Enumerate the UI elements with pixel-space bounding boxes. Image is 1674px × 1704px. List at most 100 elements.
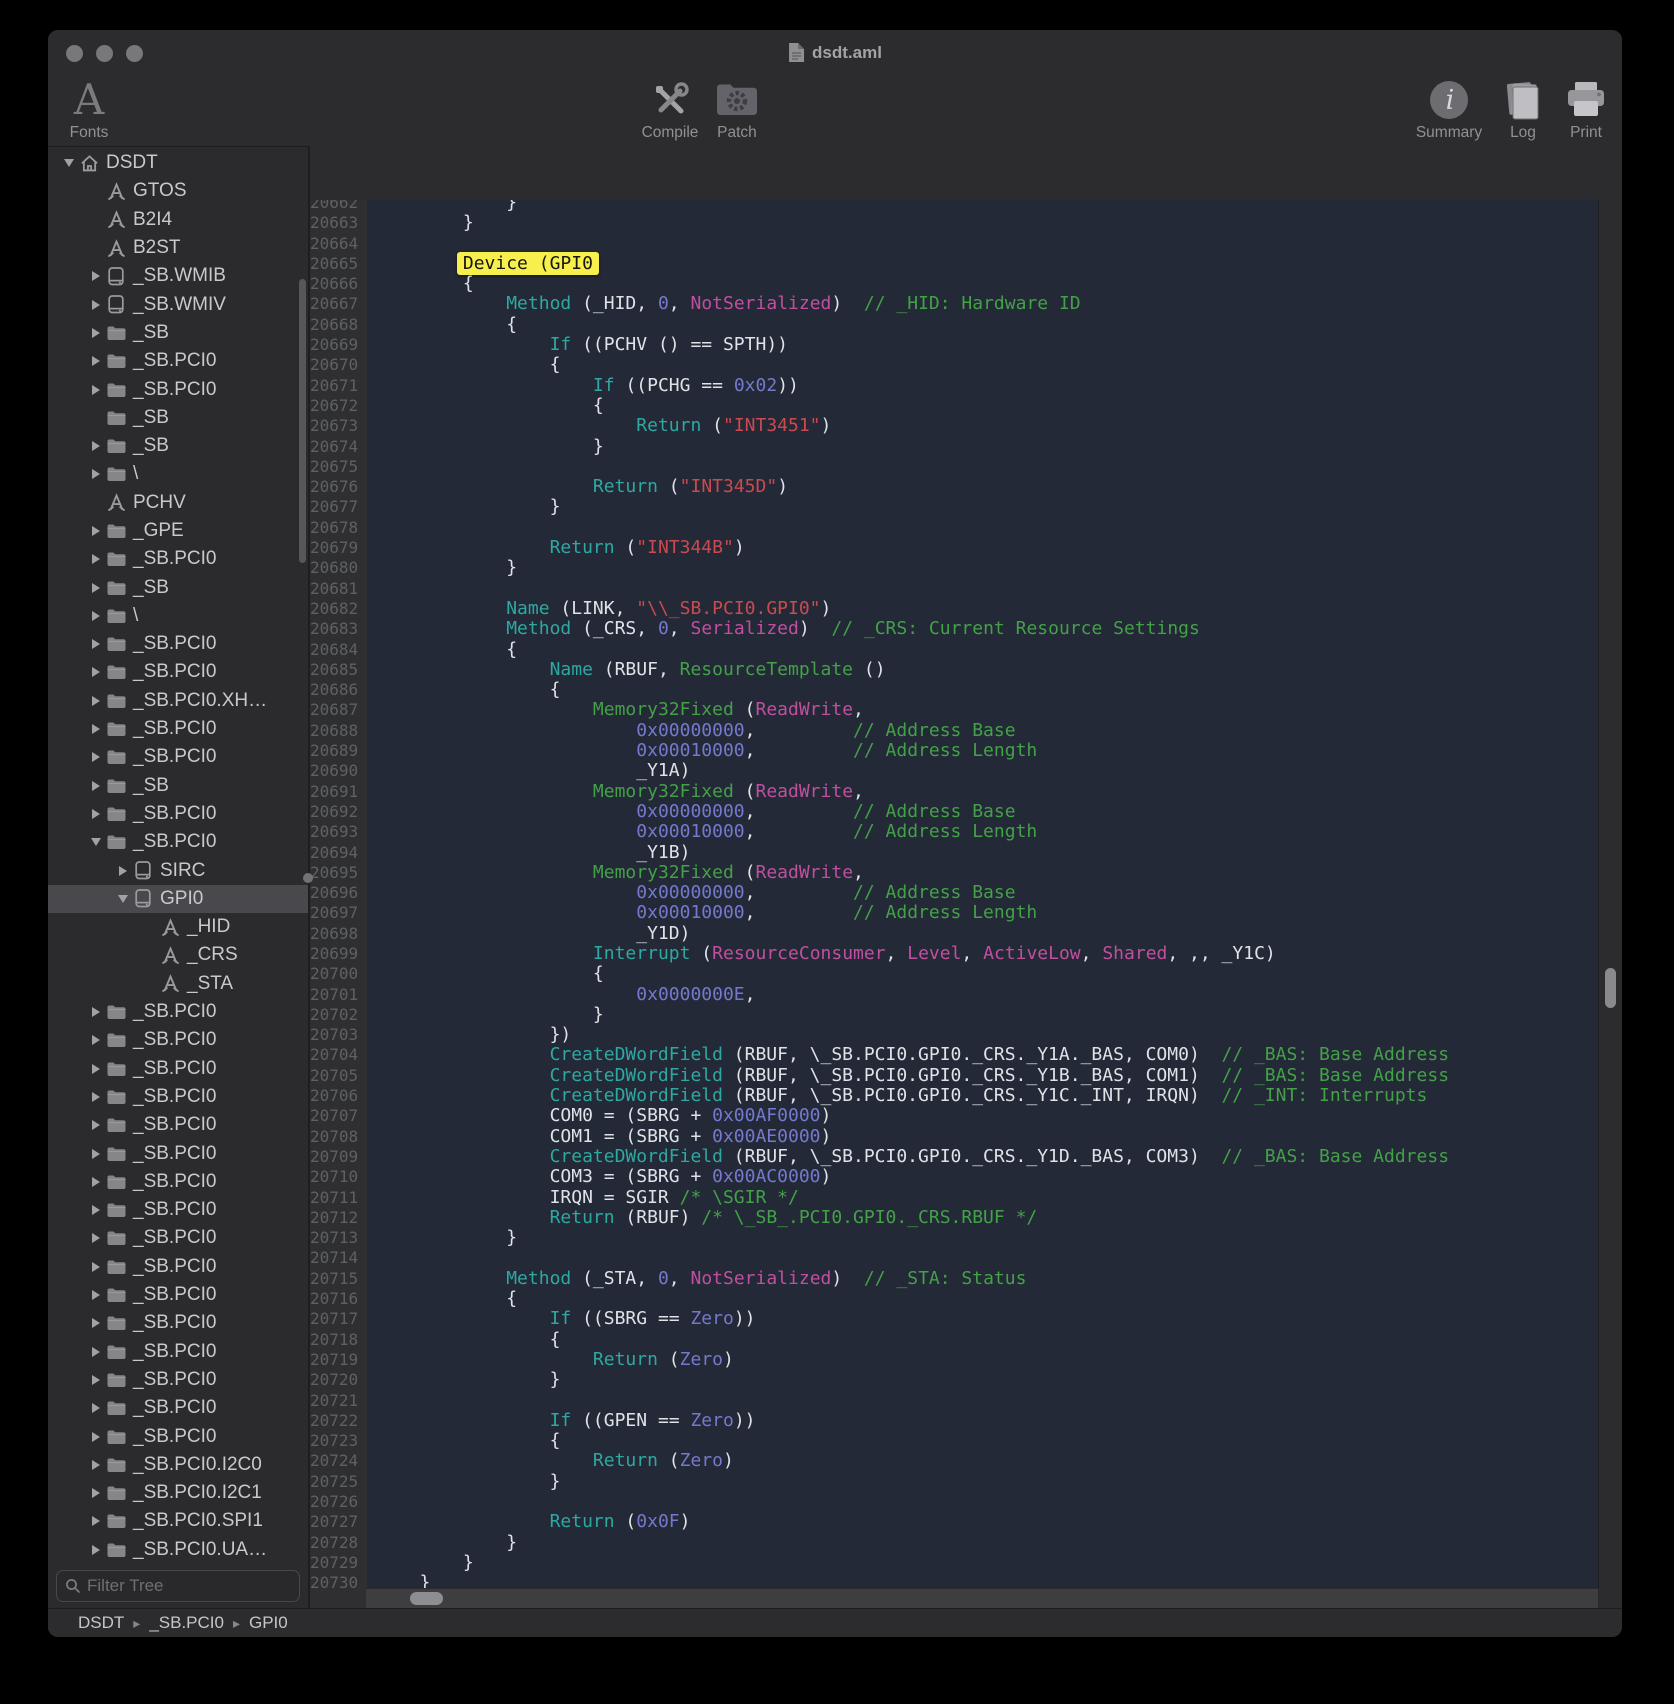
tree-item--hid[interactable]: _HID [48, 913, 308, 941]
tree-item--sb-pci0-ua-[interactable]: _SB.PCI0.UA… [48, 1536, 308, 1562]
disclosure-triangle[interactable] [85, 1488, 106, 1498]
filter-tree-input[interactable] [81, 1575, 310, 1597]
disclosure-triangle[interactable] [85, 1516, 106, 1526]
disclosure-triangle[interactable] [85, 667, 106, 677]
tree-item--sb-pci0[interactable]: _SB.PCI0 [48, 1026, 308, 1054]
split-divider-handle[interactable] [303, 873, 313, 883]
tree-item--sb-pci0[interactable]: _SB.PCI0 [48, 375, 308, 403]
tree-item--sb-pci0-i2c0[interactable]: _SB.PCI0.I2C0 [48, 1451, 308, 1479]
disclosure-triangle[interactable] [85, 696, 106, 706]
disclosure-triangle[interactable] [85, 328, 106, 338]
disclosure-triangle[interactable] [85, 583, 106, 593]
tree-item-sirc[interactable]: SIRC [48, 856, 308, 884]
tree-item--sb-wmib[interactable]: _SB.WMIB [48, 262, 308, 290]
disclosure-triangle[interactable] [85, 1262, 106, 1272]
tree-item--sb-pci0[interactable]: _SB.PCI0 [48, 1111, 308, 1139]
disclosure-triangle[interactable] [85, 809, 106, 819]
tree-item-gpi0[interactable]: GPI0 [48, 885, 308, 913]
disclosure-triangle[interactable] [85, 271, 106, 281]
disclosure-triangle[interactable] [85, 1035, 106, 1045]
tree-item--sb-pci0[interactable]: _SB.PCI0 [48, 1337, 308, 1365]
sidebar-scrollbar-thumb[interactable] [299, 279, 306, 563]
tree-item-b2i4[interactable]: B2I4 [48, 206, 308, 234]
title-bar[interactable]: dsdt.aml [48, 30, 1622, 76]
disclosure-triangle[interactable] [85, 1460, 106, 1470]
disclosure-triangle[interactable] [85, 752, 106, 762]
disclosure-triangle[interactable] [85, 469, 106, 479]
tree-item-gtos[interactable]: GTOS [48, 177, 308, 205]
disclosure-triangle[interactable] [85, 1347, 106, 1357]
breadcrumb-item-dsdt[interactable]: DSDT [78, 1613, 124, 1633]
toolbar-print-button[interactable]: Print [1531, 76, 1622, 146]
tree-item--sb-pci0-i2c1[interactable]: _SB.PCI0.I2C1 [48, 1479, 308, 1507]
disclosure-triangle[interactable] [85, 611, 106, 621]
tree-item--sta[interactable]: _STA [48, 970, 308, 998]
tree-item--sb-pci0[interactable]: _SB.PCI0 [48, 1224, 308, 1252]
disclosure-triangle[interactable] [85, 1007, 106, 1017]
disclosure-triangle[interactable] [85, 639, 106, 649]
disclosure-triangle[interactable] [85, 385, 106, 395]
tree-item--sb-pci0[interactable]: _SB.PCI0 [48, 1168, 308, 1196]
tree-item--sb-pci0[interactable]: _SB.PCI0 [48, 828, 308, 856]
vertical-scrollbar[interactable] [1598, 200, 1622, 1588]
tree-item--sb-pci0[interactable]: _SB.PCI0 [48, 1196, 308, 1224]
disclosure-triangle[interactable] [85, 300, 106, 310]
tree-item--sb-pci0[interactable]: _SB.PCI0 [48, 800, 308, 828]
tree-item--sb-pci0[interactable]: _SB.PCI0 [48, 545, 308, 573]
disclosure-triangle[interactable] [85, 356, 106, 366]
tree-item--sb-pci0[interactable]: _SB.PCI0 [48, 998, 308, 1026]
tree-item--sb-wmiv[interactable]: _SB.WMIV [48, 290, 308, 318]
minimize-button[interactable] [96, 45, 113, 62]
tree-item--sb-pci0[interactable]: _SB.PCI0 [48, 1083, 308, 1111]
tree-item--[interactable]: \ [48, 460, 308, 488]
tree-item--sb-pci0[interactable]: _SB.PCI0 [48, 1139, 308, 1167]
vertical-scrollbar-thumb[interactable] [1605, 968, 1616, 1008]
tree-item-b2st[interactable]: B2ST [48, 234, 308, 262]
disclosure-triangle[interactable] [85, 781, 106, 791]
tree-item--[interactable]: \ [48, 602, 308, 630]
breadcrumb-item-gpi0[interactable]: GPI0 [249, 1613, 288, 1633]
disclosure-triangle[interactable] [85, 441, 106, 451]
disclosure-triangle[interactable] [85, 1120, 106, 1130]
disclosure-triangle[interactable] [85, 1233, 106, 1243]
tree-item--sb[interactable]: _SB [48, 772, 308, 800]
breadcrumb-item-sb-pci0[interactable]: _SB.PCI0 [149, 1613, 224, 1633]
disclosure-triangle[interactable] [85, 526, 106, 536]
tree-item-dsdt[interactable]: DSDT [48, 149, 308, 177]
disclosure-triangle[interactable] [85, 1177, 106, 1187]
tree-item--sb[interactable]: _SB [48, 573, 308, 601]
tree-item--sb[interactable]: _SB [48, 319, 308, 347]
disclosure-triangle[interactable] [85, 1318, 106, 1328]
filter-tree-field[interactable] [56, 1570, 300, 1602]
disclosure-triangle[interactable] [85, 554, 106, 564]
disclosure-triangle[interactable] [85, 1205, 106, 1215]
disclosure-triangle[interactable] [85, 1403, 106, 1413]
tree-item--sb-pci0[interactable]: _SB.PCI0 [48, 1422, 308, 1450]
disclosure-triangle[interactable] [85, 1290, 106, 1300]
disclosure-triangle[interactable] [85, 724, 106, 734]
tree-item--sb-pci0[interactable]: _SB.PCI0 [48, 1253, 308, 1281]
disclosure-triangle[interactable] [85, 1375, 106, 1385]
tree-item--sb[interactable]: _SB [48, 404, 308, 432]
tree-item--sb-pci0[interactable]: _SB.PCI0 [48, 630, 308, 658]
horizontal-scrollbar-thumb[interactable] [410, 1592, 443, 1605]
close-button[interactable] [66, 45, 83, 62]
disclosure-triangle[interactable] [112, 866, 133, 876]
tree-item--sb-pci0[interactable]: _SB.PCI0 [48, 1055, 308, 1083]
disclosure-triangle[interactable] [85, 1432, 106, 1442]
disclosure-triangle[interactable] [85, 1545, 106, 1555]
code-editor[interactable]: 20662 }20663 }2066420665 Device (GPI0206… [310, 200, 1598, 1588]
tree-item--sb-pci0[interactable]: _SB.PCI0 [48, 1309, 308, 1337]
tree-item--sb-pci0[interactable]: _SB.PCI0 [48, 743, 308, 771]
tree-item-pchv[interactable]: PCHV [48, 489, 308, 517]
disclosure-triangle[interactable] [58, 159, 79, 167]
tree-item--sb[interactable]: _SB [48, 432, 308, 460]
tree-item--sb-pci0[interactable]: _SB.PCI0 [48, 347, 308, 375]
tree-item--sb-pci0[interactable]: _SB.PCI0 [48, 715, 308, 743]
zoom-button[interactable] [126, 45, 143, 62]
disclosure-triangle[interactable] [85, 1064, 106, 1074]
toolbar-fonts-button[interactable]: A Fonts [48, 76, 144, 146]
tree-item--sb-pci0[interactable]: _SB.PCI0 [48, 1394, 308, 1422]
tree-item--sb-pci0[interactable]: _SB.PCI0 [48, 1281, 308, 1309]
disclosure-triangle[interactable] [85, 838, 106, 846]
